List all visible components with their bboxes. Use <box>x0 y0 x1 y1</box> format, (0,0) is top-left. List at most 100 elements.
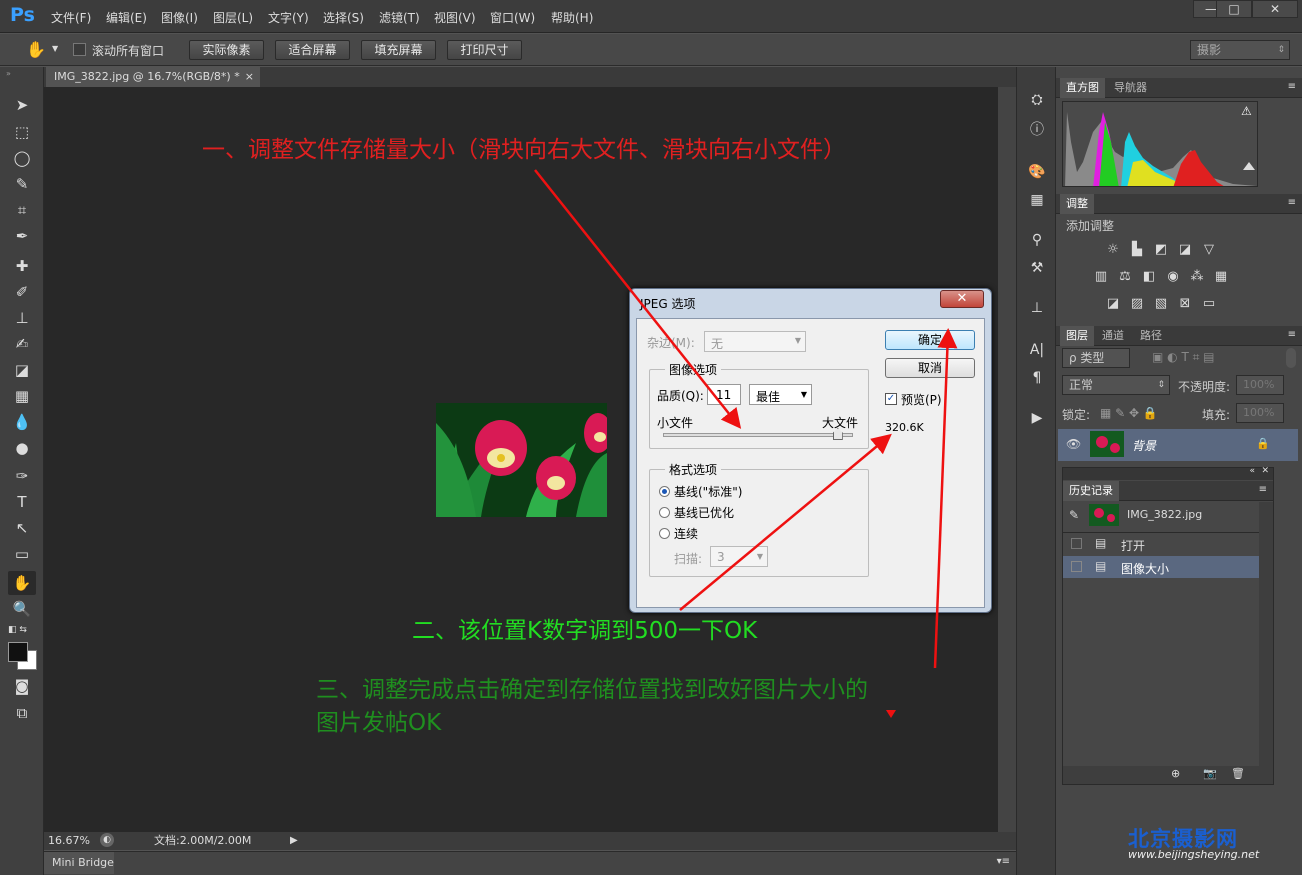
menu-select[interactable]: 选择(S) <box>323 9 364 26</box>
menu-type[interactable]: 文字(Y) <box>268 9 309 26</box>
document-tab[interactable]: IMG_3822.jpg @ 16.7%(RGB/8*) * × <box>46 67 260 87</box>
color-lookup-icon[interactable]: ▦ <box>1212 269 1230 285</box>
tab-channels[interactable]: 通道 <box>1096 326 1130 346</box>
threshold-icon[interactable]: ▧ <box>1152 296 1170 312</box>
actual-pixels-button[interactable]: 实际像素 <box>189 40 264 60</box>
matte-select[interactable]: 无 ▼ <box>704 331 806 352</box>
blend-mode-select[interactable]: 正常 ⇕ <box>1062 375 1170 395</box>
status-menu-arrow-icon[interactable]: ▶ <box>290 832 298 850</box>
ok-button[interactable]: 确定 <box>885 330 975 350</box>
path-select-tool-icon[interactable]: ↖ <box>8 516 36 540</box>
history-item[interactable]: ▤ 打开 <box>1063 533 1259 555</box>
default-colors-icon[interactable]: ◧ ⇆ <box>8 625 27 635</box>
format-optimized-radio[interactable] <box>659 507 670 518</box>
eyedropper-tool-icon[interactable]: ✒ <box>8 224 36 248</box>
trash-icon[interactable]: 🗑 <box>1231 767 1245 780</box>
vibrance-icon[interactable]: ▽ <box>1200 242 1218 258</box>
vertical-scrollbar[interactable] <box>998 87 1016 832</box>
eraser-tool-icon[interactable]: ◪ <box>8 358 36 382</box>
menu-edit[interactable]: 编辑(E) <box>106 9 147 26</box>
tool-presets-icon[interactable]: ⚒ <box>1025 257 1049 279</box>
info-icon[interactable]: ⓘ <box>1025 119 1049 141</box>
tab-layers[interactable]: 图层 <box>1060 326 1094 346</box>
panel-menu-icon[interactable]: ≡ <box>1259 484 1267 495</box>
lock-icons[interactable]: ▦ ✎ ✥ 🔒 <box>1100 406 1158 420</box>
layer-row[interactable]: 👁 背景 🔒 <box>1058 429 1298 461</box>
quick-select-tool-icon[interactable]: ✎ <box>8 172 36 196</box>
zoom-level[interactable]: 16.67% <box>48 832 90 850</box>
panel-menu-icon[interactable]: ≡ <box>1288 329 1296 340</box>
grid-icon[interactable]: ▦ <box>1025 189 1049 211</box>
black-white-icon[interactable]: ◧ <box>1140 269 1158 285</box>
mini-bridge-tab[interactable]: Mini Bridge <box>44 852 114 874</box>
panel-menu-icon[interactable]: ▾≡ <box>997 856 1010 867</box>
tab-history[interactable]: 历史记录 <box>1063 481 1119 501</box>
actions-play-icon[interactable]: ▶ <box>1025 407 1049 429</box>
layer-name[interactable]: 背景 <box>1132 437 1156 454</box>
filter-toggle[interactable] <box>1286 348 1296 368</box>
dialog-close-button[interactable]: ✕ <box>940 290 984 308</box>
quick-mask-icon[interactable]: ◙ <box>8 674 36 698</box>
history-brush-source-icon[interactable]: ✎ <box>1069 508 1079 522</box>
history-panel-titlebar[interactable]: « ✕ <box>1063 466 1273 480</box>
brush-tool-icon[interactable]: ✐ <box>8 280 36 304</box>
shape-tool-icon[interactable]: ▭ <box>8 542 36 566</box>
gradient-tool-icon[interactable]: ▦ <box>8 384 36 408</box>
menu-view[interactable]: 视图(V) <box>434 9 476 26</box>
menu-image[interactable]: 图像(I) <box>161 9 198 26</box>
status-share-icon[interactable]: ◐ <box>100 833 114 847</box>
history-checkbox[interactable] <box>1071 538 1082 549</box>
scans-select[interactable]: 3 ▼ <box>710 546 768 567</box>
screen-mode-icon[interactable]: ⧉ <box>8 701 36 725</box>
quality-input[interactable]: 11 <box>707 384 741 405</box>
format-progressive-radio[interactable] <box>659 528 670 539</box>
levels-icon[interactable]: ▙ <box>1128 242 1146 258</box>
menu-file[interactable]: 文件(F) <box>51 9 91 26</box>
quality-slider-track[interactable] <box>663 433 853 437</box>
scroll-all-windows-checkbox[interactable] <box>73 43 86 56</box>
close-window-button[interactable]: ✕ <box>1252 0 1298 18</box>
photo-filter-icon[interactable]: ◉ <box>1164 269 1182 285</box>
tab-paths[interactable]: 路径 <box>1134 326 1168 346</box>
history-item-active[interactable]: ▤ 图像大小 <box>1063 556 1259 578</box>
brush-presets-icon[interactable]: ⚲ <box>1025 229 1049 251</box>
fill-input[interactable]: 100% <box>1236 403 1284 423</box>
layer-filter-icons[interactable]: ▣ ◐ T ⌗ ▤ <box>1152 350 1215 365</box>
workspace-select[interactable]: 摄影 ⇕ <box>1190 40 1290 60</box>
gradient-map-icon[interactable]: ▭ <box>1200 296 1218 312</box>
dodge-tool-icon[interactable]: ● <box>8 436 36 460</box>
warning-icon[interactable]: ⚠ <box>1241 104 1252 118</box>
type-tool-icon[interactable]: T <box>8 490 36 514</box>
healing-brush-icon[interactable]: ✚ <box>8 254 36 278</box>
visibility-eye-icon[interactable]: 👁 <box>1066 437 1081 451</box>
opacity-input[interactable]: 100% <box>1236 375 1284 395</box>
camera-snapshot-icon[interactable]: 📷 <box>1203 767 1217 780</box>
posterize-icon[interactable]: ▨ <box>1128 296 1146 312</box>
panel-menu-icon[interactable]: ≡ <box>1288 81 1296 92</box>
foreground-color-swatch[interactable] <box>8 642 28 662</box>
color-balance-icon[interactable]: ⚖ <box>1116 269 1134 285</box>
selective-color-icon[interactable]: ⊠ <box>1176 296 1194 312</box>
history-scrollbar[interactable] <box>1259 502 1273 766</box>
print-size-button[interactable]: 打印尺寸 <box>447 40 522 60</box>
paragraph-icon[interactable]: ¶ <box>1025 367 1049 389</box>
menu-window[interactable]: 窗口(W) <box>490 9 535 26</box>
tab-adjustments[interactable]: 调整 <box>1060 194 1094 214</box>
maximize-button[interactable]: □ <box>1216 0 1252 18</box>
swatches-icon[interactable]: 🎨 <box>1025 161 1049 183</box>
quality-preset-select[interactable]: 最佳 ▼ <box>749 384 812 405</box>
blur-tool-icon[interactable]: 💧 <box>8 410 36 434</box>
menu-filter[interactable]: 滤镜(T) <box>379 9 420 26</box>
crop-tool-icon[interactable]: ⌗ <box>8 198 36 222</box>
hue-saturation-icon[interactable]: ▥ <box>1092 269 1110 285</box>
tool-preset-dropdown-icon[interactable]: ▼ <box>52 44 58 53</box>
hand-tool-icon[interactable]: ✋ <box>26 40 46 59</box>
close-icon[interactable]: ✕ <box>1261 466 1269 476</box>
layer-kind-filter[interactable]: ρ 类型 <box>1062 348 1130 368</box>
hand-tool-active-icon[interactable]: ✋ <box>8 571 36 595</box>
tab-navigator[interactable]: 导航器 <box>1108 78 1153 98</box>
menu-help[interactable]: 帮助(H) <box>551 9 593 26</box>
cancel-button[interactable]: 取消 <box>885 358 975 378</box>
curves-icon[interactable]: ◩ <box>1152 242 1170 258</box>
format-baseline-radio[interactable] <box>659 486 670 497</box>
